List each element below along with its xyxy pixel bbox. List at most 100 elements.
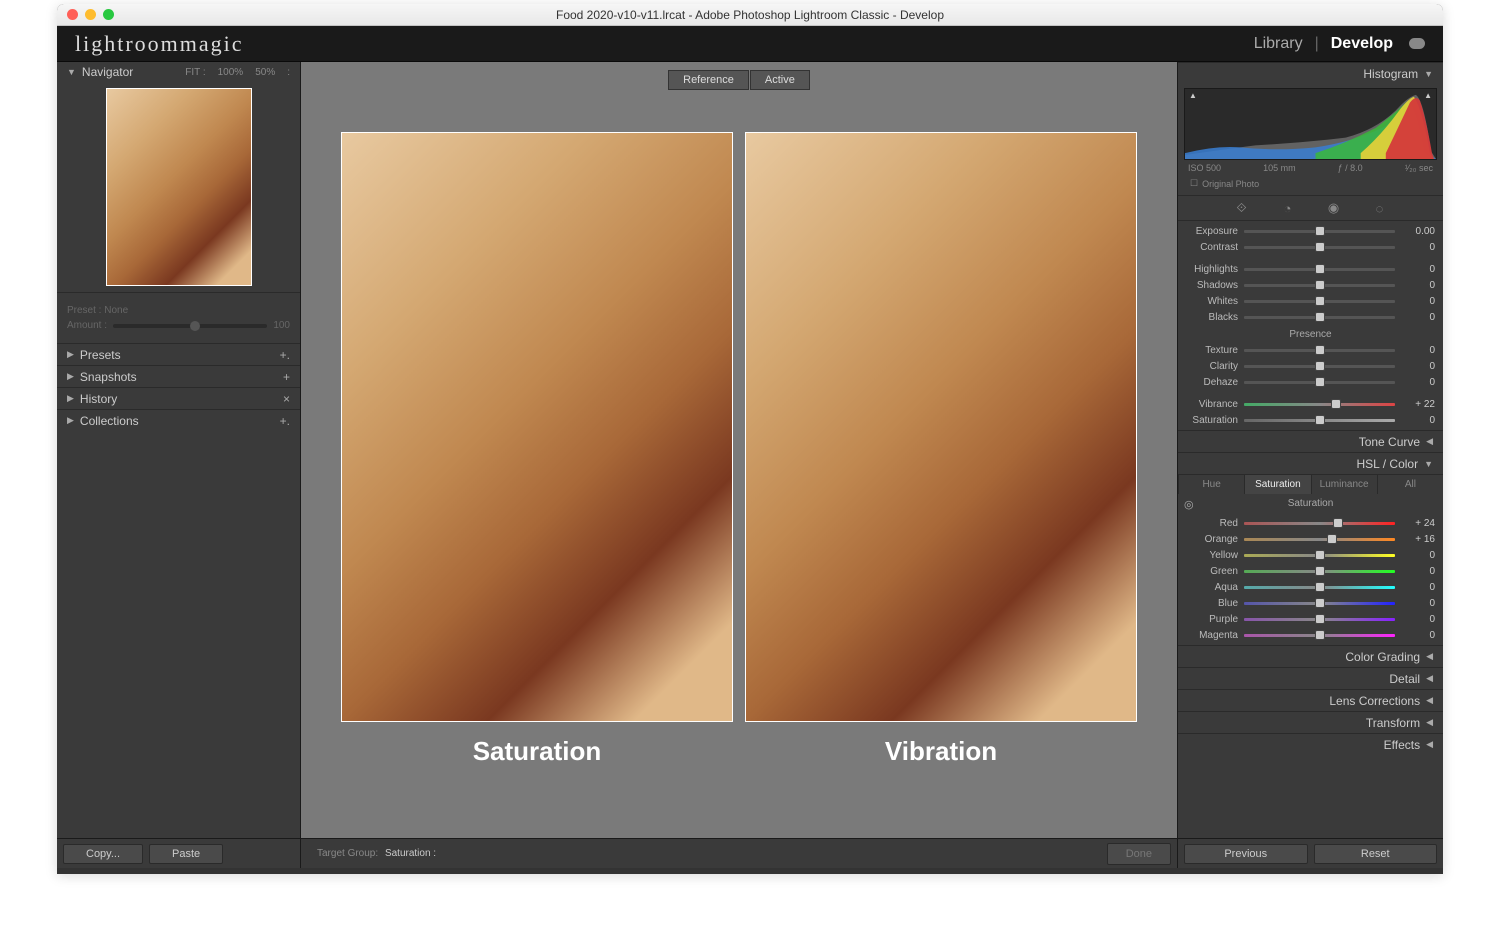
module-library[interactable]: Library <box>1254 35 1303 53</box>
slider-track[interactable] <box>1244 586 1395 589</box>
panel-lens corrections[interactable]: Lens Corrections ◀ <box>1178 689 1443 711</box>
slider-value[interactable]: 0 <box>1401 598 1435 609</box>
active-tab[interactable]: Active <box>750 70 810 90</box>
slider-track[interactable] <box>1244 381 1395 384</box>
reference-image[interactable] <box>341 132 733 722</box>
slider-track[interactable] <box>1244 365 1395 368</box>
hsl-sliders: Red + 24 Orange + 16 Yellow 0 Green 0 Aq… <box>1178 513 1443 645</box>
slider-value[interactable]: 0 <box>1401 566 1435 577</box>
slider-track[interactable] <box>1244 570 1395 573</box>
slider-track[interactable] <box>1244 230 1395 233</box>
module-develop[interactable]: Develop <box>1331 35 1393 53</box>
targeted-adjustment-icon[interactable]: ◎ <box>1184 498 1194 511</box>
clip-shadow-icon[interactable]: ▲ <box>1189 91 1197 100</box>
clip-highlight-icon[interactable]: ▲ <box>1424 91 1432 100</box>
reset-button[interactable]: Reset <box>1314 844 1438 864</box>
slider-value[interactable]: 0 <box>1401 242 1435 253</box>
amount-slider[interactable] <box>113 324 267 328</box>
disclosure-icon: ◀ <box>1426 673 1433 684</box>
crop-icon[interactable]: ⟐ <box>1234 200 1250 216</box>
slider-track[interactable] <box>1244 634 1395 637</box>
slider-track[interactable] <box>1244 268 1395 271</box>
slider-label: Whites <box>1186 296 1238 307</box>
panel-color grading[interactable]: Color Grading ◀ <box>1178 645 1443 667</box>
slider-shadows: Shadows 0 <box>1186 277 1435 293</box>
slider-track[interactable] <box>1244 316 1395 319</box>
redeye-icon[interactable]: ◉ <box>1326 200 1342 216</box>
panel-snapshots[interactable]: ▶Snapshots+ <box>57 365 300 387</box>
done-button[interactable]: Done <box>1107 843 1171 865</box>
fit-label[interactable]: FIT : <box>185 67 205 78</box>
slider-value[interactable]: 0 <box>1401 630 1435 641</box>
slider-value[interactable]: 0 <box>1401 415 1435 426</box>
copy-button[interactable]: Copy... <box>63 844 143 864</box>
tab-luminance[interactable]: Luminance <box>1311 475 1377 494</box>
slider-value[interactable]: 0 <box>1401 550 1435 561</box>
paste-button[interactable]: Paste <box>149 844 223 864</box>
zoom-50[interactable]: 50% <box>255 67 275 78</box>
slider-value[interactable]: 0 <box>1401 361 1435 372</box>
navigator-header[interactable]: ▼ Navigator FIT : 100% 50% : <box>57 62 300 82</box>
active-image[interactable] <box>745 132 1137 722</box>
slider-track[interactable] <box>1244 538 1395 541</box>
slider-track[interactable] <box>1244 522 1395 525</box>
tab-all[interactable]: All <box>1377 475 1443 494</box>
histogram-graph[interactable]: ▲ ▲ <box>1184 88 1437 160</box>
slider-value[interactable]: 0 <box>1401 296 1435 307</box>
slider-value[interactable]: + 22 <box>1401 399 1435 410</box>
navigator-thumbnail[interactable] <box>106 88 252 286</box>
panel-collections[interactable]: ▶Collections+. <box>57 409 300 431</box>
hsl-header[interactable]: HSL / Color▼ <box>1178 452 1443 474</box>
panel-action-icon[interactable]: +. <box>280 348 290 362</box>
slider-value[interactable]: 0 <box>1401 377 1435 388</box>
panel-presets[interactable]: ▶Presets+. <box>57 343 300 365</box>
slider-value[interactable]: + 24 <box>1401 518 1435 529</box>
panel-effects[interactable]: Effects ◀ <box>1178 733 1443 755</box>
slider-track[interactable] <box>1244 554 1395 557</box>
slider-track[interactable] <box>1244 618 1395 621</box>
slider-track[interactable] <box>1244 246 1395 249</box>
slider-label: Orange <box>1186 534 1238 545</box>
slider-exposure: Exposure 0.00 <box>1186 223 1435 239</box>
slider-value[interactable]: + 16 <box>1401 534 1435 545</box>
hsl-section-title: Saturation <box>1288 498 1334 509</box>
slider-highlights: Highlights 0 <box>1186 261 1435 277</box>
slider-track[interactable] <box>1244 284 1395 287</box>
panel-transform[interactable]: Transform ◀ <box>1178 711 1443 733</box>
panel-action-icon[interactable]: + <box>283 370 290 384</box>
slider-track[interactable] <box>1244 602 1395 605</box>
mask-icon[interactable]: ◌ <box>1372 200 1388 216</box>
panel-history[interactable]: ▶History× <box>57 387 300 409</box>
zoom-100[interactable]: 100% <box>218 67 244 78</box>
slider-value[interactable]: 0 <box>1401 280 1435 291</box>
slider-track[interactable] <box>1244 419 1395 422</box>
panel-detail[interactable]: Detail ◀ <box>1178 667 1443 689</box>
tone-curve-header[interactable]: Tone Curve◀ <box>1178 430 1443 452</box>
heal-icon[interactable]: ◔ <box>1280 200 1296 216</box>
preset-preview: Preset : None Amount : 100 <box>57 292 300 343</box>
right-panel: Histogram ▼ ▲ ▲ ISO 500 <box>1177 62 1443 868</box>
slider-value[interactable]: 0 <box>1401 614 1435 625</box>
compare-tabs: Reference Active <box>301 70 1177 90</box>
cloud-sync-icon[interactable] <box>1409 38 1425 49</box>
center-footer: Target Group: Saturation : Done <box>301 838 1177 868</box>
slider-value[interactable]: 0.00 <box>1401 226 1435 237</box>
slider-value[interactable]: 0 <box>1401 582 1435 593</box>
panel-action-icon[interactable]: × <box>283 392 290 406</box>
slider-track[interactable] <box>1244 349 1395 352</box>
zoom-menu-icon[interactable]: : <box>287 67 290 78</box>
tab-saturation[interactable]: Saturation <box>1244 475 1310 494</box>
slider-track[interactable] <box>1244 300 1395 303</box>
slider-track[interactable] <box>1244 403 1395 406</box>
target-group-value[interactable]: Saturation : <box>385 848 436 859</box>
reference-tab[interactable]: Reference <box>668 70 749 90</box>
original-photo-toggle[interactable]: ☐ Original Photo <box>1184 176 1437 191</box>
slider-value[interactable]: 0 <box>1401 264 1435 275</box>
slider-value[interactable]: 0 <box>1401 345 1435 356</box>
slider-value[interactable]: 0 <box>1401 312 1435 323</box>
slider-label: Clarity <box>1186 361 1238 372</box>
tab-hue[interactable]: Hue <box>1178 475 1244 494</box>
previous-button[interactable]: Previous <box>1184 844 1308 864</box>
panel-action-icon[interactable]: +. <box>280 414 290 428</box>
histogram-header[interactable]: Histogram ▼ <box>1178 62 1443 84</box>
